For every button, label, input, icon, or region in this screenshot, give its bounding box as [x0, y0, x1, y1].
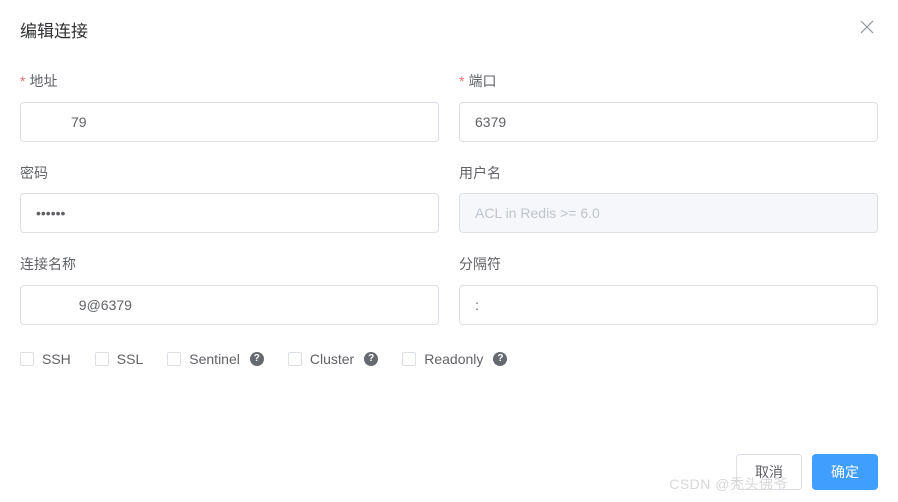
address-label: 地址 — [20, 72, 439, 92]
question-icon[interactable]: ? — [364, 352, 378, 366]
readonly-checkbox-label: Readonly — [424, 351, 483, 367]
question-icon[interactable]: ? — [250, 352, 264, 366]
ssh-checkbox[interactable]: SSH — [20, 351, 71, 367]
password-field-group: 密码 — [20, 164, 439, 234]
cluster-checkbox[interactable]: Cluster ? — [288, 351, 378, 367]
address-field-group: 地址 — [20, 72, 439, 142]
port-label: 端口 — [459, 72, 878, 92]
separator-label: 分隔符 — [459, 255, 878, 275]
readonly-checkbox[interactable]: Readonly ? — [402, 351, 507, 367]
checkbox-box-icon — [402, 352, 416, 366]
sentinel-checkbox[interactable]: Sentinel ? — [167, 351, 264, 367]
options-row: SSH SSL Sentinel ? Cluster ? Readonly ? — [20, 347, 878, 385]
separator-field-group: 分隔符 — [459, 255, 878, 325]
username-label: 用户名 — [459, 164, 878, 184]
checkbox-box-icon — [20, 352, 34, 366]
edit-connection-dialog: 编辑连接 地址 端口 密码 用户名 — [0, 0, 898, 395]
password-input[interactable] — [20, 193, 439, 233]
cancel-button[interactable]: 取消 — [736, 454, 802, 490]
separator-input[interactable] — [459, 285, 878, 325]
address-input[interactable] — [20, 102, 439, 142]
confirm-button[interactable]: 确定 — [812, 454, 878, 490]
username-field-group: 用户名 — [459, 164, 878, 234]
ssl-checkbox[interactable]: SSL — [95, 351, 143, 367]
username-input — [459, 193, 878, 233]
ssl-checkbox-label: SSL — [117, 351, 143, 367]
dialog-footer: 取消 确定 — [736, 454, 878, 490]
ssh-checkbox-label: SSH — [42, 351, 71, 367]
sentinel-checkbox-label: Sentinel — [189, 351, 240, 367]
port-field-group: 端口 — [459, 72, 878, 142]
connection-name-label: 连接名称 — [20, 255, 439, 275]
port-input[interactable] — [459, 102, 878, 142]
connection-name-field-group: 连接名称 — [20, 255, 439, 325]
cluster-checkbox-label: Cluster — [310, 351, 354, 367]
dialog-title: 编辑连接 — [20, 17, 88, 42]
checkbox-box-icon — [95, 352, 109, 366]
checkbox-box-icon — [167, 352, 181, 366]
password-label: 密码 — [20, 164, 439, 184]
connection-name-input[interactable] — [20, 285, 439, 325]
dialog-body: 地址 端口 密码 用户名 连接名称 分隔符 — [20, 52, 878, 395]
question-icon[interactable]: ? — [493, 352, 507, 366]
dialog-header: 编辑连接 — [20, 16, 878, 52]
close-icon[interactable] — [856, 16, 878, 42]
checkbox-box-icon — [288, 352, 302, 366]
